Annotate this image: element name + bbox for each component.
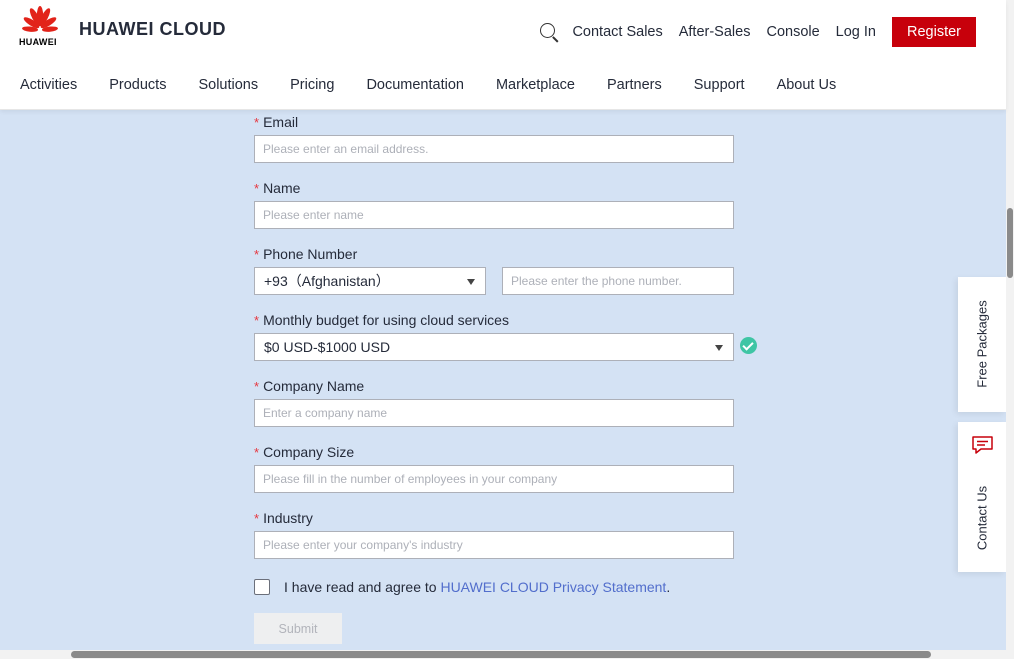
required-mark: * <box>254 247 260 262</box>
email-label: * Email <box>254 114 299 130</box>
privacy-statement-link[interactable]: HUAWEI CLOUD Privacy Statement <box>440 579 666 595</box>
nav-item-solutions[interactable]: Solutions <box>198 77 258 93</box>
nav-item-partners[interactable]: Partners <box>607 77 662 93</box>
valid-check-icon <box>740 337 757 354</box>
console-link[interactable]: Console <box>766 24 819 40</box>
brand-title[interactable]: HUAWEI CLOUD <box>79 19 226 40</box>
country-code-value: +93（Afghanistan） <box>264 273 390 289</box>
free-packages-label: Free Packages <box>974 300 990 388</box>
industry-label: * Industry <box>254 510 313 526</box>
chevron-down-icon <box>467 279 475 285</box>
top-right-links: Contact Sales After-Sales Console Log In… <box>538 17 976 47</box>
country-code-select[interactable]: +93（Afghanistan） <box>254 267 486 295</box>
agree-checkbox[interactable] <box>254 579 270 595</box>
nav-item-marketplace[interactable]: Marketplace <box>496 77 575 93</box>
company-size-label: * Company Size <box>254 444 355 460</box>
vertical-scrollbar-thumb[interactable] <box>1007 208 1013 278</box>
nav-item-support[interactable]: Support <box>694 77 745 93</box>
login-link[interactable]: Log In <box>836 24 876 40</box>
contact-us-tab[interactable]: Contact Us <box>958 422 1006 572</box>
chevron-down-icon <box>715 345 723 351</box>
required-mark: * <box>254 379 260 394</box>
required-mark: * <box>254 313 260 328</box>
nav-item-products[interactable]: Products <box>109 77 166 93</box>
contact-us-label: Contact Us <box>974 485 990 551</box>
nav-item-about-us[interactable]: About Us <box>777 77 837 93</box>
site-header: HUAWEI HUAWEI CLOUD Contact Sales After-… <box>0 0 1006 110</box>
nav-item-documentation[interactable]: Documentation <box>366 77 464 93</box>
chat-icon <box>972 436 993 454</box>
horizontal-scrollbar-thumb[interactable] <box>71 651 931 658</box>
budget-value: $0 USD-$1000 USD <box>264 339 391 355</box>
register-button[interactable]: Register <box>892 17 976 47</box>
nav-item-activities[interactable]: Activities <box>20 77 77 93</box>
name-field[interactable]: Please enter name <box>254 201 734 229</box>
name-label: * Name <box>254 180 301 196</box>
after-sales-link[interactable]: After-Sales <box>679 24 751 40</box>
contact-sales-link[interactable]: Contact Sales <box>572 24 662 40</box>
agree-text: I have read and agree to HUAWEI CLOUD Pr… <box>284 579 671 595</box>
company-name-field[interactable]: Enter a company name <box>254 399 734 427</box>
company-size-field[interactable]: Please fill in the number of employees i… <box>254 465 734 493</box>
logo-wordmark: HUAWEI <box>19 37 57 47</box>
budget-select[interactable]: $0 USD-$1000 USD <box>254 333 734 361</box>
required-mark: * <box>254 445 260 460</box>
form-section: * Email Please enter an email address. * N… <box>0 110 1006 650</box>
main-nav: Activities Products Solutions Pricing Do… <box>20 77 868 93</box>
industry-field[interactable]: Please enter your company's industry <box>254 531 734 559</box>
budget-label: * Monthly budget for using cloud services <box>254 312 509 328</box>
email-field[interactable]: Please enter an email address. <box>254 135 734 163</box>
phone-field[interactable]: Please enter the phone number. <box>502 267 734 295</box>
search-icon[interactable] <box>538 21 560 43</box>
submit-button[interactable]: Submit <box>254 613 342 644</box>
required-mark: * <box>254 511 260 526</box>
company-name-label: * Company Name <box>254 378 365 394</box>
vertical-scrollbar[interactable] <box>1006 0 1014 659</box>
required-mark: * <box>254 181 260 196</box>
free-packages-tab[interactable]: Free Packages <box>958 277 1006 412</box>
required-mark: * <box>254 115 260 130</box>
phone-label: * Phone Number <box>254 246 358 262</box>
nav-item-pricing[interactable]: Pricing <box>290 77 334 93</box>
